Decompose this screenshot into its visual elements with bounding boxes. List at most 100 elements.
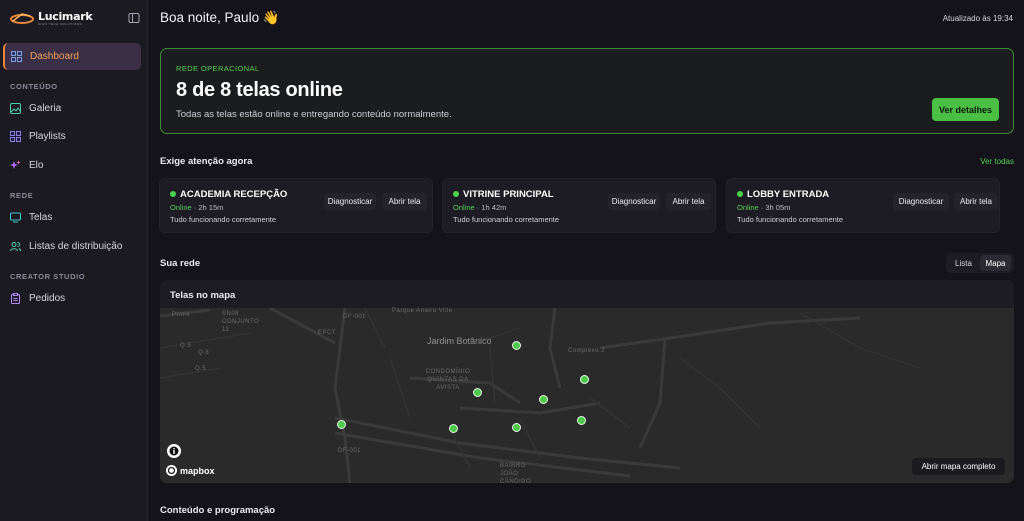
- info-icon: [169, 446, 179, 456]
- online-label: Online: [737, 203, 759, 212]
- sidebar-item-label: Dashboard: [30, 51, 79, 62]
- sidebar-item-elo[interactable]: Elo: [3, 152, 141, 179]
- open-full-map-button[interactable]: Abrir mapa completo: [912, 458, 1005, 475]
- uptime: 1h 42m: [481, 203, 507, 212]
- last-updated: Atualizado às 19:34: [942, 14, 1013, 23]
- mapbox-attribution[interactable]: mapbox: [166, 465, 215, 476]
- sidebar-item-label: Galeria: [29, 103, 62, 114]
- map-info-button[interactable]: [167, 444, 181, 458]
- sidebar-item-label: Playlists: [29, 131, 66, 142]
- open-screen-button[interactable]: Abrir tela: [954, 193, 998, 210]
- brand-logo[interactable]: Lucimark SIGN TECH SOLUTIONS: [10, 8, 93, 28]
- sidebar-item-label: Elo: [29, 160, 44, 171]
- open-screen-button[interactable]: Abrir tela: [382, 193, 427, 210]
- screen-name: VITRINE PRINCIPAL: [463, 189, 554, 200]
- brand-name: Lucimark: [38, 9, 93, 23]
- sidebar-item-playlists[interactable]: Playlists: [3, 123, 141, 150]
- screen-pin[interactable]: [512, 341, 521, 350]
- map-label-epct: EPCT: [318, 330, 337, 336]
- sparkle-icon: [10, 160, 21, 169]
- screen-card: ACADEMIA RECEPÇÃO Online · 2h 15m Tudo f…: [159, 178, 433, 233]
- network-status-card: REDE OPERACIONAL 8 de 8 telas online Tod…: [160, 48, 1014, 134]
- users-icon: [10, 242, 21, 252]
- uptime: 2h 15m: [198, 203, 224, 212]
- clipboard-icon: [11, 293, 20, 304]
- online-label: Online: [453, 203, 475, 212]
- greeting: Boa noite, Paulo 👋: [160, 10, 280, 25]
- open-screen-button[interactable]: Abrir tela: [666, 193, 711, 210]
- diagnose-button[interactable]: Diagnosticar: [324, 193, 376, 210]
- screen-name: LOBBY ENTRADA: [747, 189, 830, 200]
- status-dot: [170, 191, 176, 197]
- screen-pin[interactable]: [577, 416, 586, 425]
- view-map-tab[interactable]: Mapa: [980, 255, 1011, 271]
- sidebar-item-label: Listas de distribuição: [29, 241, 123, 252]
- nav-section-conteudo: CONTEÚDO: [10, 82, 58, 91]
- map-label-parque: Parque Anairo Ville: [392, 308, 453, 314]
- brand-tagline: SIGN TECH SOLUTIONS: [38, 21, 82, 26]
- status-description: Todas as telas estão online e entregando…: [176, 109, 452, 120]
- sidebar-item-telas[interactable]: Telas: [3, 204, 141, 231]
- map-title: Telas no mapa: [170, 290, 236, 301]
- view-list-tab[interactable]: Lista: [949, 255, 978, 271]
- diagnose-button[interactable]: Diagnosticar: [608, 193, 660, 210]
- screen-pin[interactable]: [539, 395, 548, 404]
- sidebar-item-dashboard[interactable]: Dashboard: [3, 43, 141, 70]
- map-panel: Telas no mapa Prime SN08 CONJUNTO 11 EPC…: [160, 280, 1014, 483]
- map-label-q5b: Q.5: [195, 366, 207, 372]
- monitor-icon: [10, 212, 21, 223]
- dashboard-icon: [11, 51, 22, 62]
- sidebar-item-label: Pedidos: [29, 293, 66, 304]
- map-label-sn08: SN08 CONJUNTO 11: [222, 311, 260, 333]
- map-label-bairro: BAIRRO JOÃO CÂNDIDO: [500, 463, 532, 483]
- screen-message: Tudo funcionando corretamente: [737, 215, 844, 224]
- network-title: Sua rede: [160, 258, 201, 269]
- screen-name: ACADEMIA RECEPÇÃO: [180, 189, 288, 200]
- screen-pin[interactable]: [473, 388, 482, 397]
- view-details-button[interactable]: Ver detalhes: [932, 98, 999, 121]
- sidebar-item-galeria[interactable]: Galeria: [3, 95, 141, 122]
- playlists-icon: [10, 131, 21, 142]
- status-dot: [453, 191, 459, 197]
- screen-status: Online · 3h 05m: [737, 203, 791, 212]
- map-label-complexo: Complexo 2: [568, 348, 606, 354]
- nav-section-creator: CREATOR STUDIO: [10, 272, 86, 281]
- gallery-icon: [10, 103, 21, 114]
- screen-pin[interactable]: [337, 420, 346, 429]
- attention-title: Exige atenção agora: [160, 156, 253, 167]
- see-all-link[interactable]: Ver todas: [980, 157, 1014, 166]
- map-label-prime: Prime: [172, 312, 191, 318]
- map-roads: [160, 308, 921, 483]
- online-label: Online: [170, 203, 192, 212]
- logo-icon: [10, 13, 34, 24]
- map-header: Telas no mapa: [160, 280, 1014, 308]
- screen-pin[interactable]: [580, 375, 589, 384]
- screen-card: VITRINE PRINCIPAL Online · 1h 42m Tudo f…: [442, 178, 716, 233]
- screen-message: Tudo funcionando corretamente: [453, 215, 560, 224]
- mapbox-logo-icon: [166, 465, 177, 476]
- sidebar-item-pedidos[interactable]: Pedidos: [3, 285, 141, 312]
- map-label-q5: Q.5: [180, 343, 192, 349]
- screens-map[interactable]: Prime SN08 CONJUNTO 11 EPCT DF-001 Parqu…: [160, 308, 1014, 483]
- nav-section-rede: REDE: [10, 191, 34, 200]
- status-title: 8 de 8 telas online: [176, 79, 343, 101]
- sidebar-item-listas[interactable]: Listas de distribuição: [3, 233, 141, 260]
- screen-pin[interactable]: [449, 424, 458, 433]
- screen-status: Online · 1h 42m: [453, 203, 507, 212]
- status-dot: [737, 191, 743, 197]
- diagnose-button[interactable]: Diagnosticar: [893, 193, 949, 210]
- map-label-q6: Q.6: [198, 350, 210, 356]
- sidebar: Lucimark SIGN TECH SOLUTIONS Dashboard C…: [0, 0, 148, 521]
- map-label-jardim: Jardim Botânico: [427, 336, 492, 346]
- status-kicker: REDE OPERACIONAL: [176, 64, 260, 73]
- map-label-df001: DF-001: [343, 314, 367, 320]
- sidebar-collapse-icon[interactable]: [128, 12, 140, 24]
- screen-card: LOBBY ENTRADA Online · 3h 05m Tudo funci…: [726, 178, 1000, 233]
- uptime: 3h 05m: [765, 203, 791, 212]
- map-label-condominio: CONDOMÍNIO QUINTAS DA AVISTA: [425, 369, 471, 391]
- sidebar-item-label: Telas: [29, 212, 53, 223]
- mapbox-label: mapbox: [180, 465, 215, 476]
- content-section-title: Conteúdo e programação: [160, 505, 276, 516]
- screen-pin[interactable]: [512, 423, 521, 432]
- map-label-df001b: DF-001: [338, 448, 362, 454]
